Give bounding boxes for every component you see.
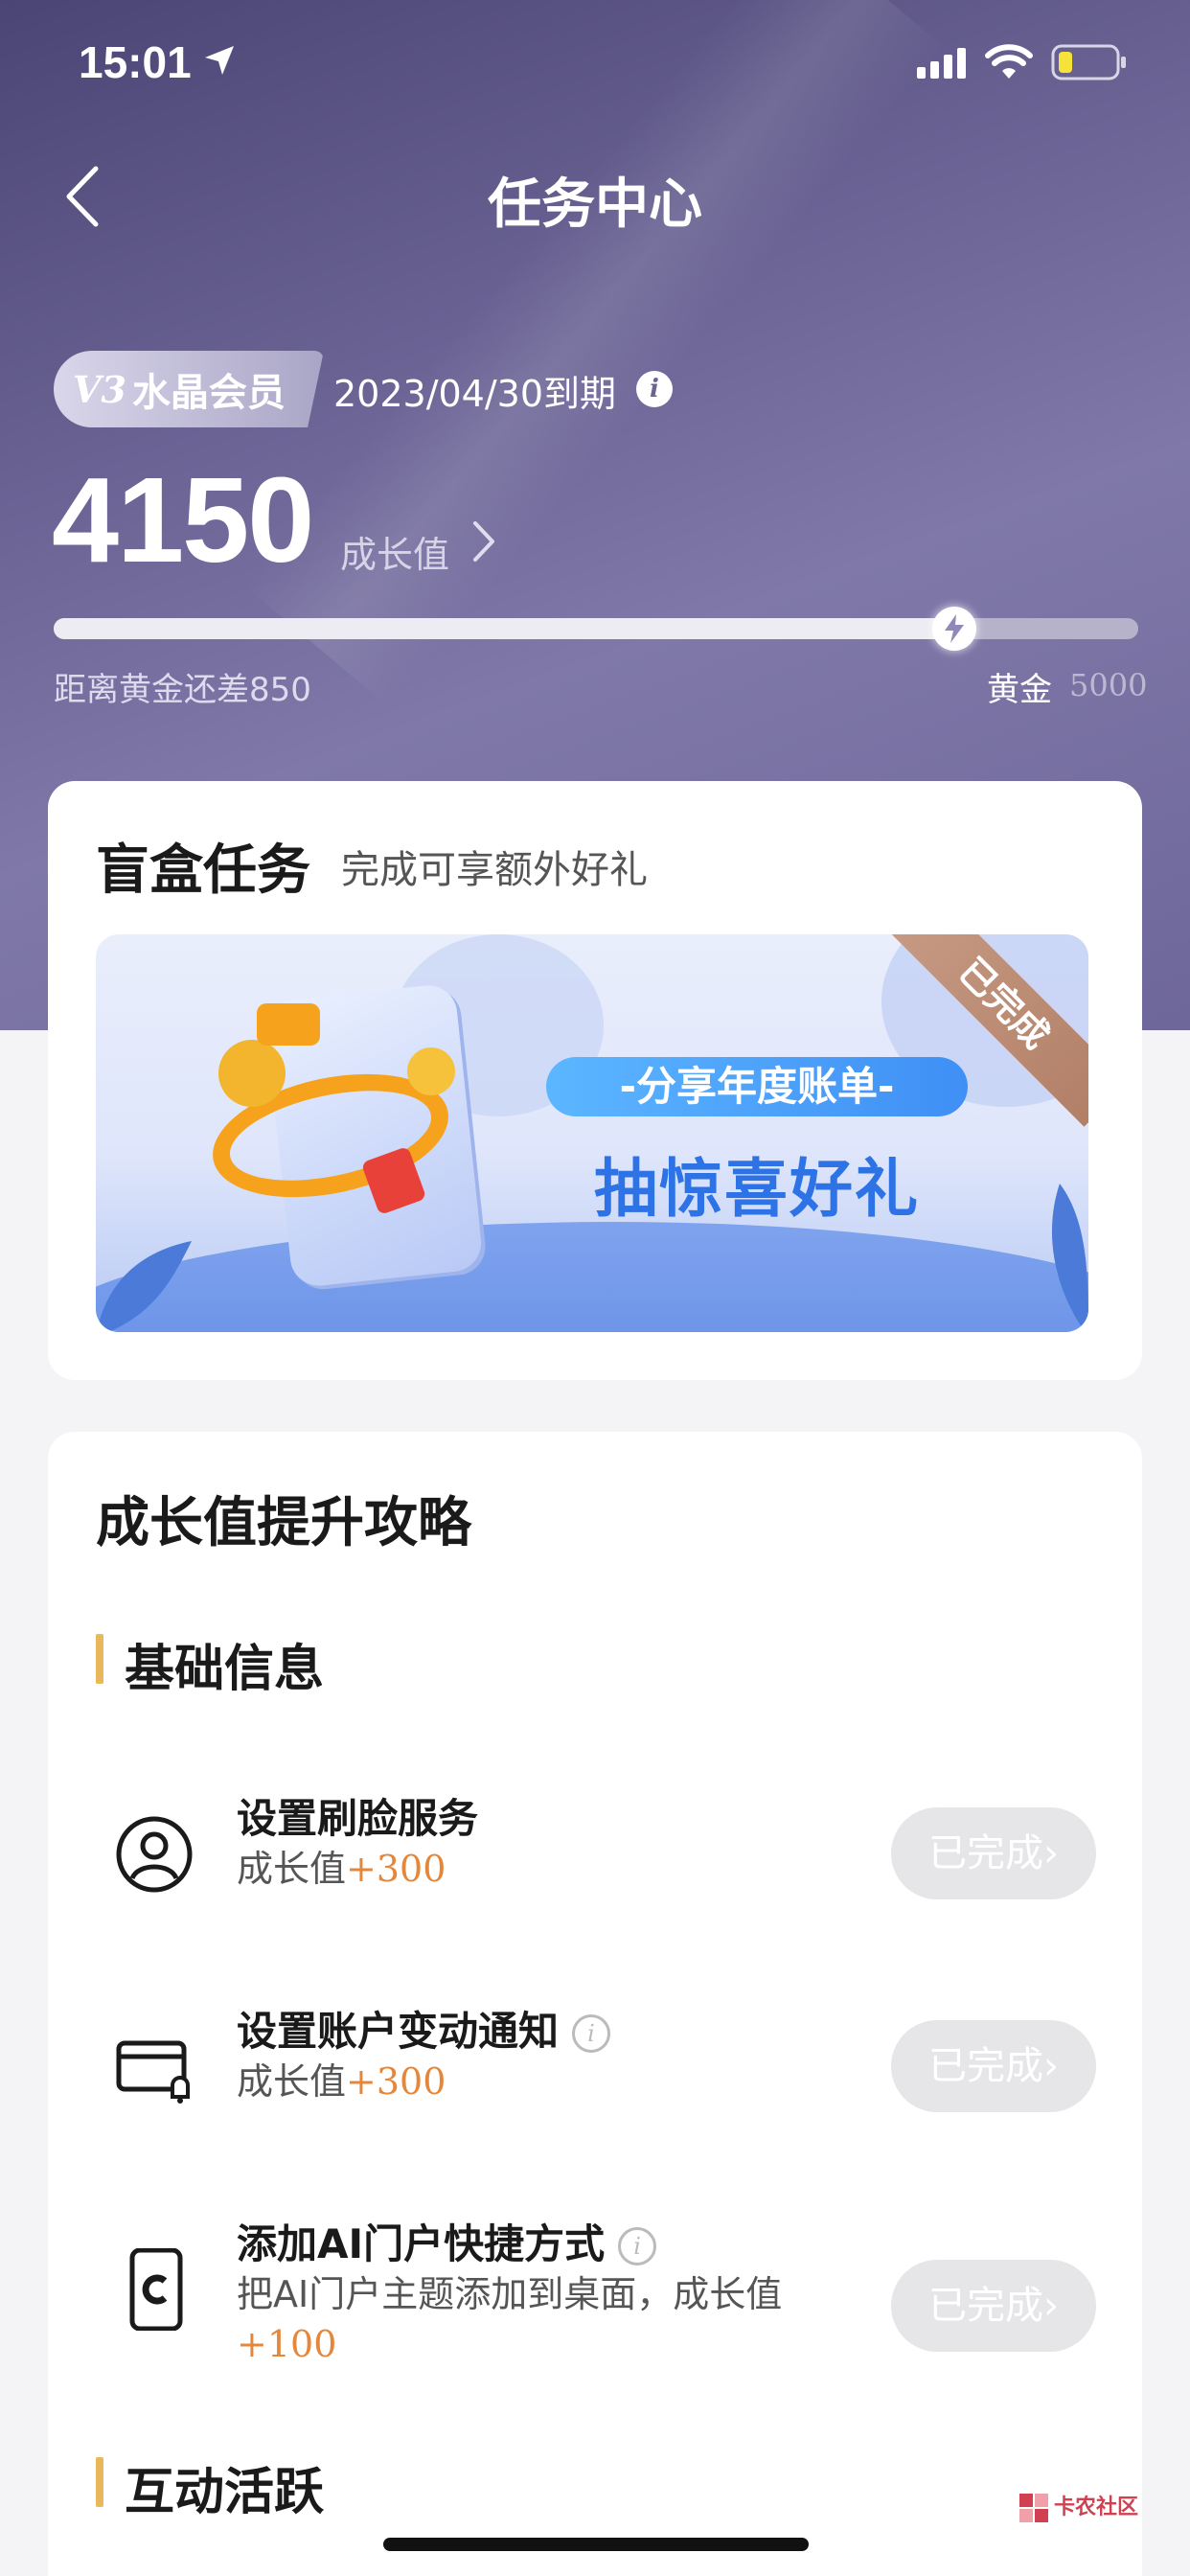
task-title: 设置账户变动通知 i <box>237 1999 611 2058</box>
battery-icon <box>1051 44 1126 80</box>
next-level-label: 黄金 <box>987 671 1052 709</box>
banner-headline: 抽惊喜好礼 <box>594 1152 920 1226</box>
leaf-illustration <box>97 1241 192 1332</box>
task-title-text: 设置账户变动通知 <box>237 2008 560 2055</box>
growth-score-label[interactable]: 成长值 <box>340 525 449 578</box>
distance-to-next-level: 距离黄金还差850 <box>54 671 311 709</box>
task-completed-button[interactable]: 已完成› <box>891 1807 1096 1899</box>
task-points: +300 <box>346 2060 446 2103</box>
task-completed-button[interactable]: 已完成› <box>891 2260 1096 2352</box>
progress-lightning-icon <box>931 607 976 651</box>
task-desc: 成长值+300 <box>237 2057 812 2106</box>
blind-box-card: 盲盒任务 完成可享额外好礼 -分享年度账单- 抽惊喜好礼 已完成 <box>48 781 1142 1380</box>
watermark-logo-icon <box>1019 2494 1048 2522</box>
section-label: 基础信息 <box>125 1641 325 1698</box>
growth-strategy-card: 成长值提升攻略 基础信息 设置刷脸服务 成长值+300 已完成› 设置账户变动通… <box>48 1432 1142 2576</box>
face-icon <box>116 1816 193 1893</box>
task-points: +300 <box>346 1848 446 1890</box>
growth-score[interactable]: 4150 <box>52 450 314 589</box>
coin-illustration <box>218 1040 286 1107</box>
leaf-illustration <box>1051 1184 1088 1332</box>
phone-shortcut-icon <box>129 2248 183 2331</box>
wifi-icon <box>985 44 1033 79</box>
task-title: 添加AI门户快捷方式 i <box>237 2212 657 2270</box>
task-desc-text: 把AI门户主题添加到桌面，成长值 <box>237 2273 783 2315</box>
watermark-text: 卡农社区 <box>1054 2496 1139 2519</box>
growth-strategy-title: 成长值提升攻略 <box>96 1492 471 1554</box>
banner-wave <box>96 1222 1088 1332</box>
info-icon[interactable]: i <box>572 2014 611 2053</box>
page-title: 任务中心 <box>488 173 702 236</box>
home-indicator[interactable] <box>383 2538 809 2551</box>
task-points: +100 <box>237 2323 337 2365</box>
task-desc-text: 成长值 <box>237 1848 347 1890</box>
growth-progress-bar <box>54 607 1138 651</box>
info-icon[interactable]: i <box>636 371 673 407</box>
chevron-right-icon[interactable] <box>469 518 498 565</box>
next-level-value: 5000 <box>1069 667 1148 703</box>
task-title-text: 添加AI门户快捷方式 <box>237 2220 606 2267</box>
membership-level-logo: V3 <box>73 367 126 411</box>
chat-bubble-illustration <box>257 1003 320 1046</box>
task-desc-text: 成长值 <box>237 2060 347 2103</box>
blind-box-title: 盲盒任务 <box>96 840 310 902</box>
task-desc: 把AI门户主题添加到桌面，成长值 +100 <box>237 2269 812 2369</box>
task-title: 设置刷脸服务 <box>237 1795 479 1842</box>
cellular-signal-icon <box>917 48 966 79</box>
growth-progress-fill <box>54 618 954 639</box>
share-bill-banner[interactable]: -分享年度账单- 抽惊喜好礼 已完成 <box>96 934 1088 1332</box>
card-bell-icon <box>116 2040 190 2104</box>
membership-expiry: 2023/04/30到期 <box>333 373 617 415</box>
section-accent-bar <box>96 2457 103 2507</box>
membership-level-label: 水晶会员 <box>131 371 286 415</box>
task-desc: 成长值+300 <box>237 1844 812 1894</box>
info-icon[interactable]: i <box>618 2227 657 2266</box>
blind-box-subtitle: 完成可享额外好礼 <box>341 848 648 892</box>
location-arrow-icon <box>205 46 234 75</box>
section-label: 互动活跃 <box>125 2464 325 2521</box>
banner-pill-text: -分享年度账单- <box>546 1057 968 1116</box>
task-completed-button[interactable]: 已完成› <box>891 2020 1096 2112</box>
status-time: 15:01 <box>79 37 192 87</box>
status-bar: 15:01 <box>0 0 1190 125</box>
coin-illustration <box>407 1047 455 1095</box>
membership-badge: V3 水晶会员 <box>54 351 324 427</box>
section-accent-bar <box>96 1634 103 1684</box>
